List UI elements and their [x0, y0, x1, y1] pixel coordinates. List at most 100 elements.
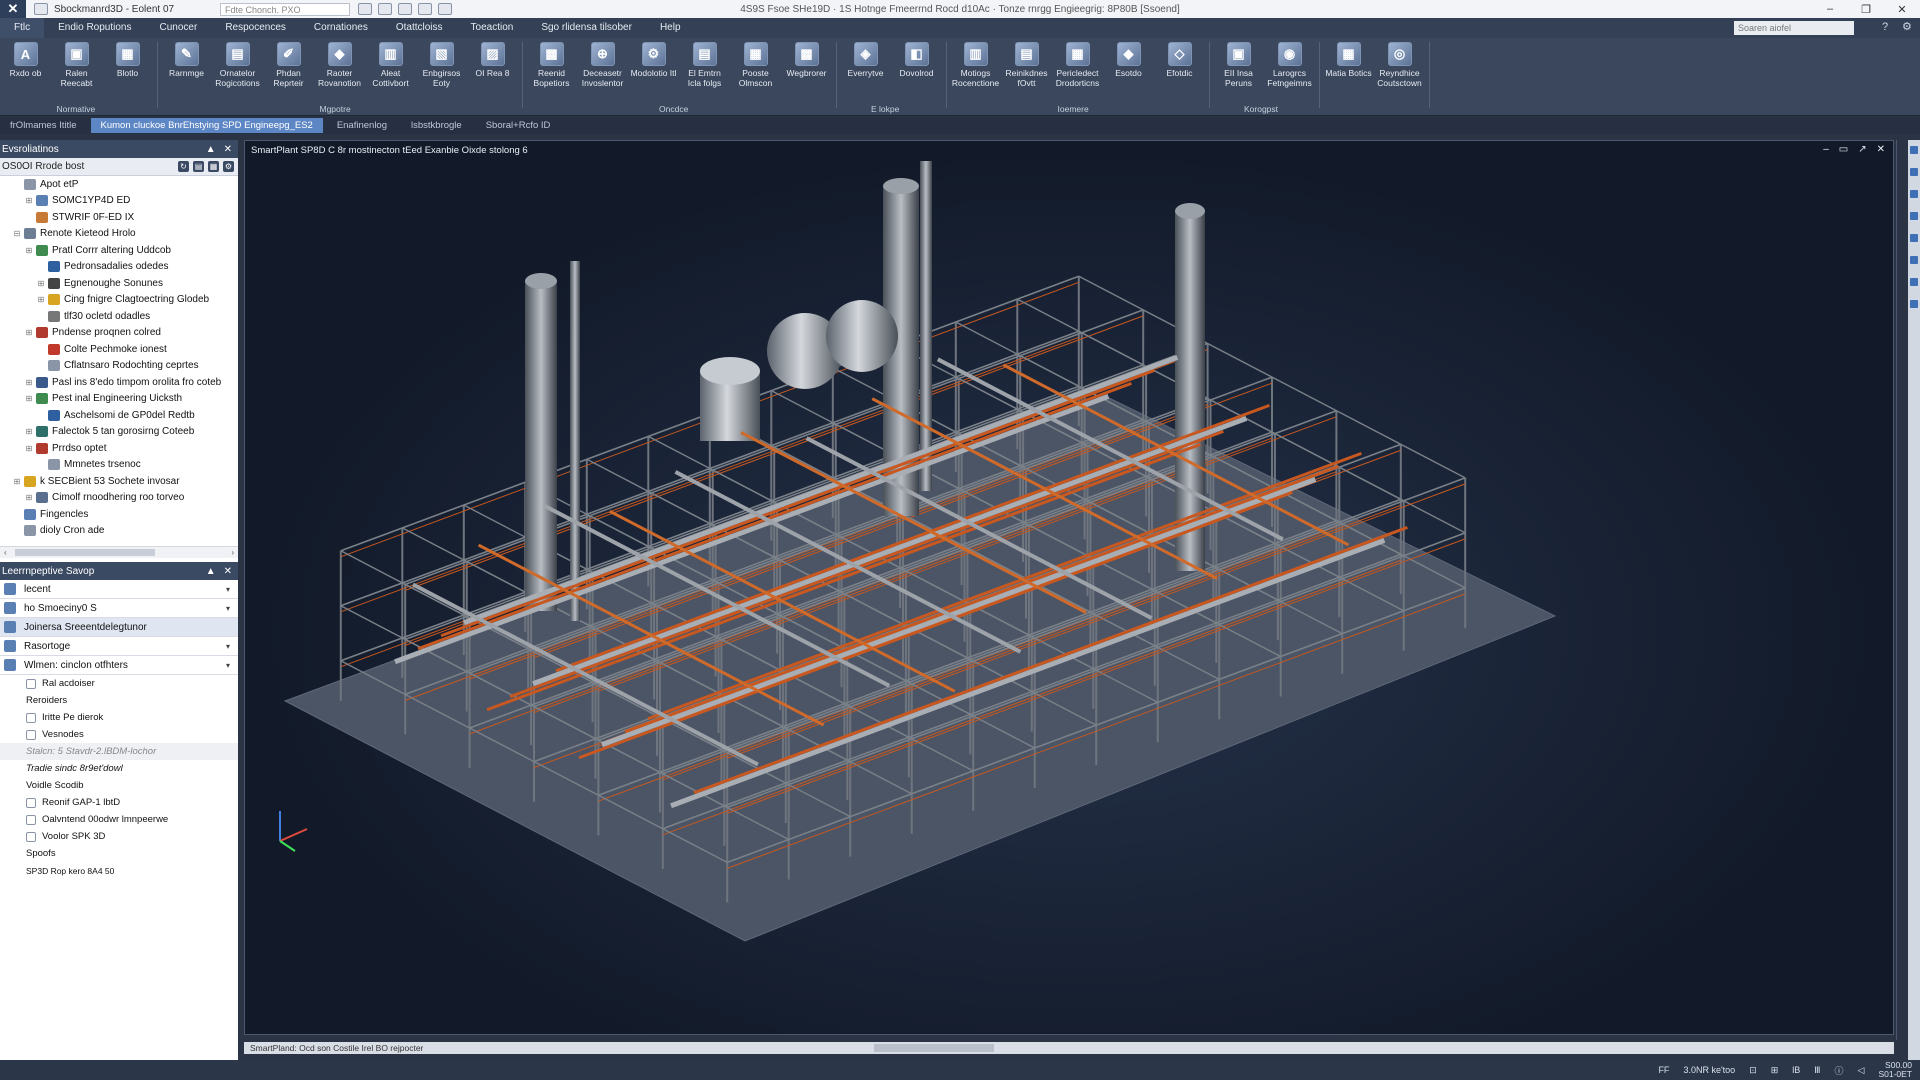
- dock-icon[interactable]: [1910, 300, 1918, 308]
- document-tab[interactable]: Sboral+Rcfo ID: [476, 118, 561, 133]
- property-row[interactable]: Rasortoge ▾: [0, 637, 238, 656]
- ribbon-button[interactable]: ▩ Reenid Bopetiors: [526, 38, 577, 116]
- tree-expander-icon[interactable]: ⊞: [24, 394, 34, 403]
- viewport-restore-icon[interactable]: ▭: [1839, 144, 1848, 155]
- status-item[interactable]: ⊞: [1771, 1065, 1779, 1076]
- tree-expander-icon[interactable]: ⊞: [24, 196, 34, 205]
- checkbox-icon[interactable]: [26, 678, 36, 689]
- tree-item[interactable]: Pedronsadalies odedes: [0, 259, 238, 276]
- tree-item[interactable]: ⊞ Cimolf rnoodhering roo torveo: [0, 490, 238, 507]
- ribbon-button[interactable]: ▨ OI Rea 8: [467, 38, 518, 116]
- tree-item[interactable]: Colte Pechmoke ionest: [0, 341, 238, 358]
- panel-close-icon[interactable]: ✕: [224, 144, 232, 155]
- tree-item[interactable]: ⊞ Pest inal Engineering Uicksth: [0, 391, 238, 408]
- search-input[interactable]: Soaren aiofel: [1734, 21, 1854, 35]
- tree-item[interactable]: STWRIF 0F-ED IX: [0, 209, 238, 226]
- dock-icon[interactable]: [1910, 212, 1918, 220]
- status-item[interactable]: 3.0NR ke'too: [1683, 1065, 1735, 1075]
- filter-icon[interactable]: ▤: [193, 161, 204, 172]
- close-button[interactable]: ✕: [1884, 0, 1920, 18]
- menu-item[interactable]: Sgo rlidensa tilsober: [527, 18, 646, 38]
- settings-icon[interactable]: ⚙: [1902, 21, 1914, 33]
- property-list-item[interactable]: Oalvntend 00odwr lmnpeerwe: [0, 811, 238, 828]
- 3d-viewport[interactable]: SmartPlant SP8D C 8r mostinecton tEed Ex…: [244, 140, 1894, 1035]
- tree-item[interactable]: Aschelsomi de GP0del Redtb: [0, 407, 238, 424]
- tree-item[interactable]: Cflatnsaro Rodochting ceprtes: [0, 358, 238, 375]
- property-list-item[interactable]: Tradie sindc 8r9et'dowl: [0, 760, 238, 777]
- maximize-button[interactable]: ❐: [1848, 0, 1884, 18]
- checkbox-icon[interactable]: [26, 814, 36, 825]
- property-list-item[interactable]: Reroiders: [0, 692, 238, 709]
- tree-item[interactable]: ⊞ Prrdso optet: [0, 440, 238, 457]
- menu-item[interactable]: Cornationes: [300, 18, 382, 38]
- status-item[interactable]: ◁: [1858, 1065, 1865, 1076]
- tree-item[interactable]: ⊟ Renote Kieteod Hrolo: [0, 226, 238, 243]
- tree-item[interactable]: Fingencles: [0, 506, 238, 523]
- viewport-minimize-icon[interactable]: –: [1823, 144, 1829, 155]
- ribbon-button[interactable]: ▤ Reinikdnes fOvtt: [1001, 38, 1052, 116]
- dock-icon[interactable]: [1910, 234, 1918, 242]
- save-icon[interactable]: [378, 3, 392, 15]
- redo-icon[interactable]: [438, 3, 452, 15]
- property-list-item[interactable]: Vesnodes: [0, 726, 238, 743]
- property-list-item[interactable]: SP3D Rop kero 8A4 50: [0, 862, 238, 879]
- property-list-item[interactable]: Reonif GAP-1 lbtD: [0, 794, 238, 811]
- tree-expander-icon[interactable]: ⊞: [36, 295, 46, 304]
- dock-icon[interactable]: [1910, 190, 1918, 198]
- property-list-item[interactable]: Spoofs: [0, 845, 238, 862]
- ribbon-button[interactable]: ▦ Pooste Olmscon: [730, 38, 781, 116]
- checkbox-icon[interactable]: [26, 729, 36, 740]
- tree-item[interactable]: ⊞ SOMC1YP4D ED: [0, 193, 238, 210]
- chevron-down-icon[interactable]: ▾: [226, 661, 230, 670]
- tree-item[interactable]: ⊞ Egnenoughe Sonunes: [0, 275, 238, 292]
- viewport-close-icon[interactable]: ✕: [1877, 144, 1885, 155]
- tree-expander-icon[interactable]: ⊞: [24, 493, 34, 502]
- property-row[interactable]: Wlmen: cinclon otfhters ▾: [0, 656, 238, 675]
- app-logo-icon[interactable]: ✕: [0, 0, 26, 18]
- tree-expander-icon[interactable]: ⊞: [24, 328, 34, 337]
- viewport-popout-icon[interactable]: ↗: [1858, 144, 1866, 155]
- checkbox-icon[interactable]: [26, 831, 36, 842]
- status-item[interactable]: FF: [1658, 1065, 1669, 1075]
- tree-options-icon[interactable]: ▦: [208, 161, 219, 172]
- dock-icon[interactable]: [1910, 168, 1918, 176]
- status-item[interactable]: lB: [1792, 1065, 1800, 1075]
- tree-expander-icon[interactable]: ⊞: [24, 427, 34, 436]
- document-tab[interactable]: frOlmames Ititle: [0, 118, 87, 133]
- menu-item[interactable]: Cunocer: [146, 18, 212, 38]
- checkbox-icon[interactable]: [26, 797, 36, 808]
- app-menu-icon[interactable]: [34, 3, 48, 15]
- document-tab[interactable]: lsbstkbrogle: [401, 118, 472, 133]
- chevron-down-icon[interactable]: ▾: [226, 642, 230, 651]
- dock-icon[interactable]: [1910, 146, 1918, 154]
- chevron-down-icon[interactable]: ▾: [226, 585, 230, 594]
- ribbon-button[interactable]: ▦ Blotlo: [102, 38, 153, 116]
- tree-expander-icon[interactable]: ⊞: [36, 279, 46, 288]
- menu-item[interactable]: Help: [646, 18, 695, 38]
- dock-icon[interactable]: [1910, 256, 1918, 264]
- tree-item[interactable]: dioly Cron ade: [0, 523, 238, 540]
- scroll-left-icon[interactable]: ‹: [4, 548, 7, 557]
- tree-item[interactable]: ⊞ Falectok 5 tan gorosirng Coteeb: [0, 424, 238, 441]
- document-tab[interactable]: Kumon cluckoe BnrEhstying SPD Engineepg_…: [90, 118, 323, 133]
- status-item[interactable]: ⓘ: [1835, 1064, 1844, 1077]
- minimize-button[interactable]: –: [1812, 0, 1848, 18]
- collapse-icon[interactable]: ▲: [206, 566, 216, 577]
- tree-expander-icon[interactable]: ⊞: [24, 378, 34, 387]
- property-list-item[interactable]: Voidle Scodib: [0, 777, 238, 794]
- tree-horizontal-scrollbar[interactable]: ‹ ›: [0, 546, 238, 558]
- tree-item[interactable]: ⊞ Pasl ins 8'edo timpom orolita fro coteb: [0, 374, 238, 391]
- tree-expander-icon[interactable]: ⊞: [24, 246, 34, 255]
- scroll-thumb[interactable]: [14, 549, 155, 556]
- ribbon-button[interactable]: A Rxdo ob: [0, 38, 51, 116]
- tree-item[interactable]: ⊞ Pratl Corrr altering Uddcob: [0, 242, 238, 259]
- file-selector[interactable]: Fdte Chonch. PXO: [220, 2, 350, 16]
- plant-model-render[interactable]: [245, 141, 1894, 1035]
- property-row[interactable]: lecent ▾: [0, 580, 238, 599]
- print-icon[interactable]: [398, 3, 412, 15]
- panel-close-icon[interactable]: ✕: [224, 566, 232, 577]
- ribbon-button[interactable]: ▤ Ornatelor Rogicotions: [212, 38, 263, 116]
- ribbon-button[interactable]: ◎ Reyndhice Coutsctown: [1374, 38, 1425, 116]
- undo-icon[interactable]: [418, 3, 432, 15]
- ribbon-button[interactable]: ▧ Enbgirsos Eoty: [416, 38, 467, 116]
